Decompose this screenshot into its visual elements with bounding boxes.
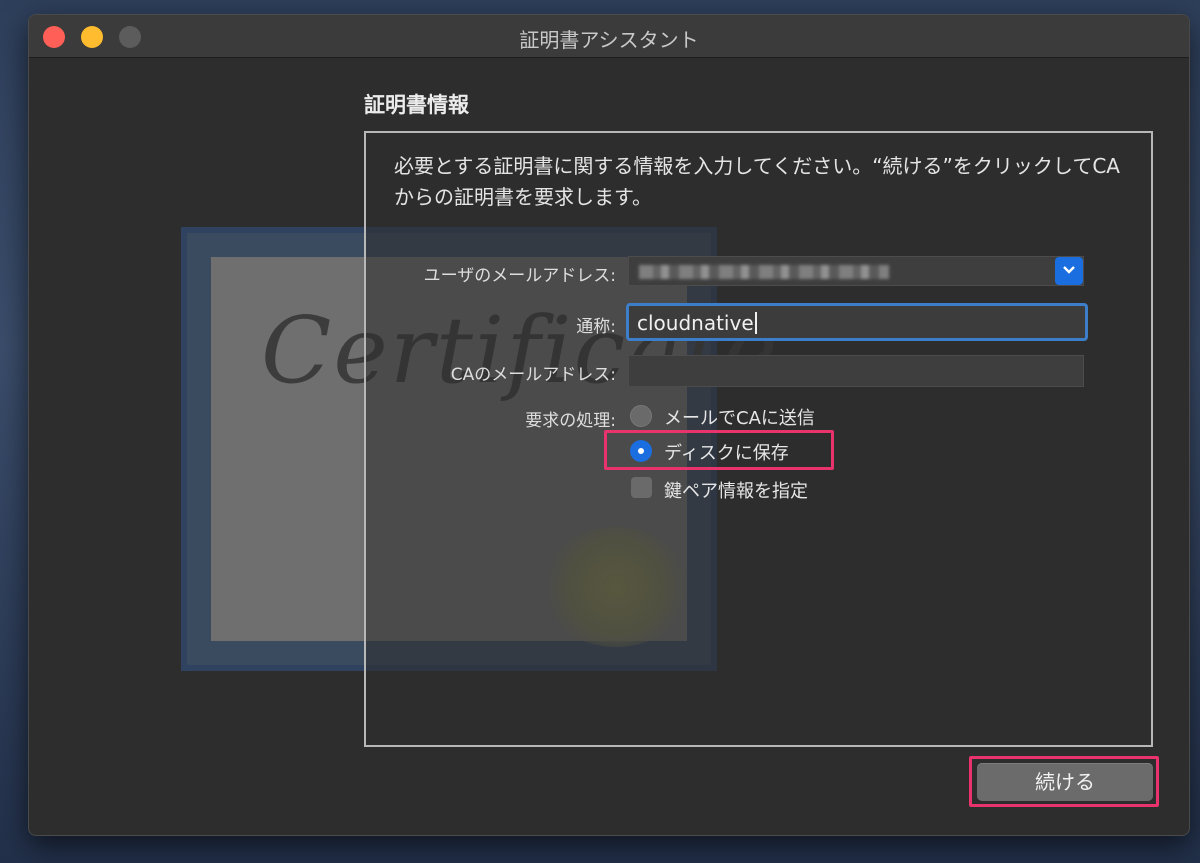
name-label: 通称: [576,317,616,337]
window-title: 証明書アシスタント [519,28,699,52]
email-label: ユーザのメールアドレス: [423,266,616,286]
certificate-assistant-window: 証明書アシスタント Certificate 証明書情報 必要とする証明書に関する… [28,14,1190,836]
send-by-email-radio[interactable] [630,405,652,427]
request-label: 要求の処理: [525,411,616,431]
continue-button-highlight [969,756,1159,807]
common-name-value: cloudnative [637,311,754,335]
blurred-email-value [639,265,889,279]
keypair-label: 鍵ペア情報を指定 [664,481,808,502]
text-caret [754,312,757,334]
save-to-disk-highlight [604,430,834,470]
email-select[interactable] [628,256,1084,286]
chevron-down-icon[interactable] [1055,257,1083,285]
send-by-email-label: メールでCAに送信 [664,408,815,429]
common-name-input[interactable]: cloudnative [626,303,1088,341]
certificate-info-panel: 必要とする証明書に関する情報を入力してください。“続ける”をクリックしてCAから… [364,131,1153,747]
intro-text: 必要とする証明書に関する情報を入力してください。“続ける”をクリックしてCAから… [394,154,1120,209]
section-title: 証明書情報 [364,93,469,117]
ca-email-label: CAのメールアドレス: [450,365,616,385]
title-bar: 証明書アシスタント [29,15,1189,58]
keypair-checkbox[interactable] [631,477,652,498]
ca-email-input[interactable] [628,355,1084,387]
